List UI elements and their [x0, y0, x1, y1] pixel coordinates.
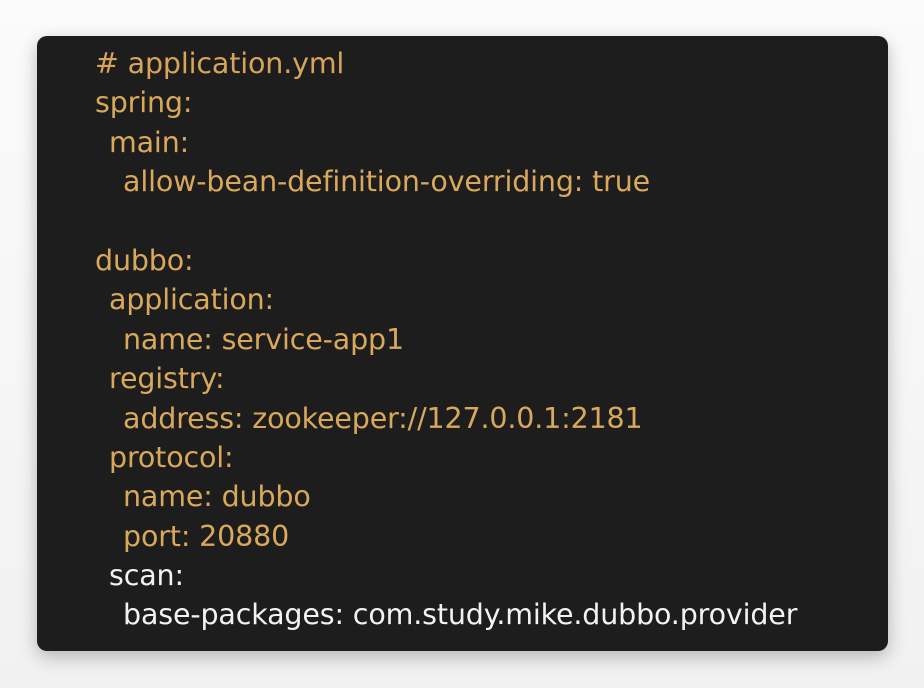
code-lines: # application.yml spring: main: allow-be…	[95, 44, 797, 635]
code-comment: # application.yml	[95, 47, 345, 80]
code-line-registry-address: address: zookeeper://127.0.0.1:2181	[123, 401, 643, 435]
code-line-scan: scan:	[109, 559, 184, 593]
code-line-protocol-port: port: 20880	[123, 519, 290, 553]
code-line-spring: spring:	[95, 86, 193, 120]
code-line-base-packages: base-packages: com.study.mike.dubbo.prov…	[123, 598, 798, 632]
code-line-application: application:	[109, 283, 275, 317]
code-line-registry: registry:	[109, 362, 225, 396]
code-block[interactable]: # application.yml spring: main: allow-be…	[37, 36, 888, 651]
code-line-dubbo: dubbo:	[95, 243, 194, 277]
code-line-protocol-name: name: dubbo	[123, 480, 311, 514]
code-line-protocol: protocol:	[109, 440, 234, 474]
screenshot-frame: # application.yml spring: main: allow-be…	[0, 0, 924, 688]
code-line-application-name: name: service-app1	[123, 322, 404, 356]
code-line-allow-bean-definition-overriding: allow-bean-definition-overriding: true	[123, 165, 651, 199]
code-line-main: main:	[109, 125, 190, 159]
code-line-blank	[95, 202, 797, 241]
